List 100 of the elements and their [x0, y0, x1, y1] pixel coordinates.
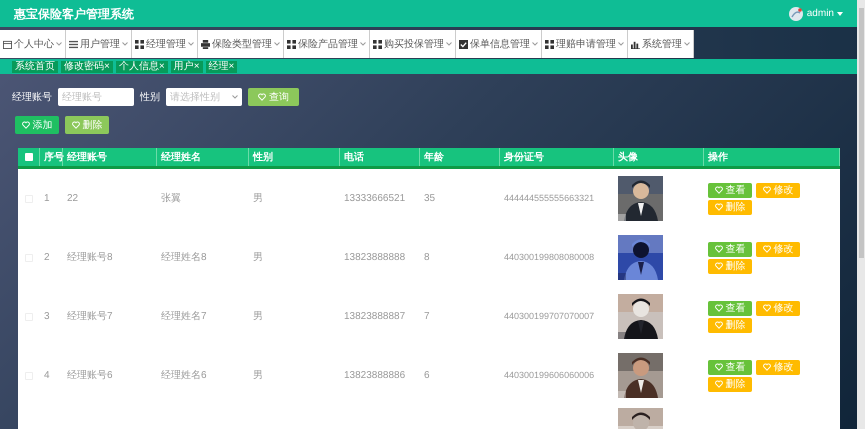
- calendar-icon: [3, 40, 12, 48]
- heart-icon: [714, 245, 722, 253]
- table-cell-text: 35: [424, 192, 436, 206]
- list-icon: [69, 40, 78, 48]
- column-header: 经理姓名: [157, 148, 249, 166]
- table-cell-text: 7: [424, 310, 430, 324]
- menu-tab[interactable]: 保险类型管理: [198, 30, 284, 58]
- page-tag[interactable]: 用户×: [170, 60, 203, 72]
- delete-button[interactable]: 删除: [708, 258, 752, 274]
- edit-button[interactable]: 修改: [756, 242, 800, 256]
- table-cell-text: 经理账号7: [67, 310, 113, 324]
- heart-icon: [72, 121, 80, 129]
- page-tag[interactable]: 系统首页: [12, 60, 58, 72]
- caret-icon: [122, 42, 128, 46]
- table-cell-text: 经理账号6: [67, 368, 113, 383]
- heart-icon: [22, 121, 30, 129]
- column-header: 电话: [340, 148, 420, 166]
- view-button[interactable]: 查看: [708, 242, 752, 256]
- caret-icon: [232, 95, 238, 99]
- account-field[interactable]: 经理账号: [58, 88, 134, 106]
- delete-button[interactable]: 删除: [708, 318, 752, 332]
- menu-tab[interactable]: 保单信息管理: [456, 30, 542, 58]
- table-cell-text: 22: [67, 192, 78, 206]
- delete-button[interactable]: 删除: [65, 116, 109, 134]
- printer-icon: [201, 40, 210, 48]
- column-header: 序号: [40, 148, 63, 166]
- app-title: 惠宝保险客户管理系统: [14, 6, 134, 22]
- caret-icon: [56, 42, 62, 46]
- grid-icon: [287, 40, 296, 48]
- avatar-icon: [788, 6, 803, 20]
- edit-button[interactable]: 修改: [756, 182, 800, 198]
- menu-tab[interactable]: 保险产品管理: [284, 30, 370, 58]
- heart-icon: [762, 186, 770, 194]
- scrollbar[interactable]: [857, 0, 865, 429]
- select-all-checkbox[interactable]: [24, 153, 32, 161]
- delete-button[interactable]: 删除: [708, 376, 752, 392]
- caret-icon: [188, 42, 194, 46]
- table-cell-text: 6: [424, 369, 430, 383]
- dropdown-icon: [837, 12, 843, 16]
- table-cell-text: 男: [253, 251, 263, 265]
- edit-button[interactable]: 修改: [756, 300, 800, 316]
- menu-tab[interactable]: 系统管理: [628, 30, 694, 58]
- table-cell-text: 440300199606060006: [504, 368, 594, 382]
- heart-icon: [714, 363, 722, 371]
- heart-icon: [762, 363, 770, 371]
- menu-tab[interactable]: 用户管理: [66, 30, 132, 58]
- delete-button[interactable]: 删除: [708, 200, 752, 214]
- table-cell-text: 13823888887: [344, 310, 406, 324]
- table-cell-text: 张翼: [161, 192, 181, 206]
- column-header: 性别: [249, 148, 340, 166]
- table-cell-text: 男: [253, 369, 263, 383]
- table-cell-text: 男: [253, 192, 263, 206]
- view-button[interactable]: 查看: [708, 182, 752, 198]
- menu-tab[interactable]: 经理管理: [132, 30, 198, 58]
- grid-icon: [373, 40, 382, 48]
- grid-icon: [135, 40, 144, 48]
- caret-icon: [532, 42, 538, 46]
- heart-icon: [714, 262, 722, 270]
- table-cell-text: 经理账号8: [67, 250, 113, 265]
- gender-select[interactable]: 请选择性别: [166, 88, 242, 106]
- table-cell-text: 经理姓名7: [161, 310, 207, 324]
- table-cell-text: 2: [44, 251, 50, 265]
- heart-icon: [714, 321, 722, 329]
- column-header: 头像: [614, 148, 704, 166]
- menu-tab[interactable]: 购买投保管理: [370, 30, 456, 58]
- heart-icon: [714, 380, 722, 388]
- user-menu[interactable]: admin: [806, 6, 843, 21]
- caret-icon: [274, 42, 280, 46]
- checkbox-icon: [459, 40, 468, 48]
- table-cell-text: 男: [253, 310, 263, 324]
- heart-icon: [762, 245, 770, 253]
- table-cell-text: 4: [44, 369, 50, 383]
- caret-icon: [618, 42, 624, 46]
- field-label: 经理账号: [12, 90, 52, 104]
- grid-icon: [545, 40, 554, 48]
- column-header: 经理账号: [63, 148, 157, 166]
- field-label: 性别: [140, 90, 160, 104]
- heart-icon: [714, 186, 722, 194]
- table-cell-text: 经理姓名6: [161, 369, 207, 383]
- page-tag[interactable]: 经理×: [206, 60, 238, 72]
- view-button[interactable]: 查看: [708, 300, 752, 316]
- heart-icon: [714, 203, 722, 211]
- table-cell-text: 3: [44, 310, 50, 324]
- page-tag[interactable]: 个人信息×: [116, 60, 168, 72]
- table-cell-text: 8: [424, 251, 430, 265]
- caret-icon: [446, 42, 452, 46]
- table-cell-text: 440300199707070007: [504, 310, 594, 323]
- table-cell-text: 13333666521: [344, 192, 406, 206]
- search-button[interactable]: 查询: [248, 88, 299, 106]
- edit-button[interactable]: 修改: [756, 360, 800, 374]
- heart-icon: [714, 304, 722, 312]
- page-tag[interactable]: 修改密码×: [61, 60, 113, 72]
- view-button[interactable]: 查看: [708, 360, 752, 374]
- caret-icon: [684, 42, 690, 46]
- table-cell-text: 440300199808080008: [504, 250, 594, 264]
- table-cell-text: 1: [44, 192, 50, 206]
- add-button[interactable]: 添加: [15, 116, 59, 134]
- menu-tab[interactable]: 理赔申请管理: [542, 30, 628, 58]
- column-header: 操作: [704, 148, 840, 166]
- menu-tab[interactable]: 个人中心: [0, 30, 66, 58]
